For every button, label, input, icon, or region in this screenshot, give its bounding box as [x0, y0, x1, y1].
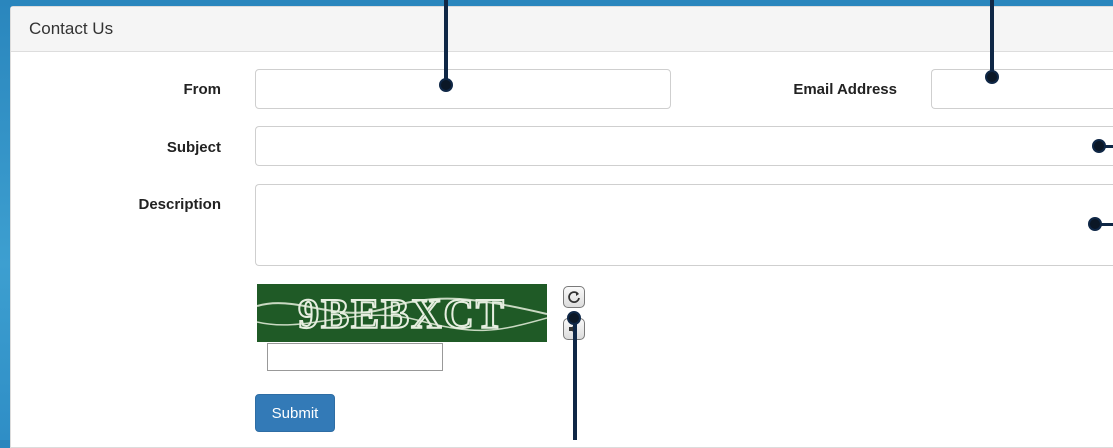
description-label: Description [138, 196, 221, 213]
annotation-dot-subject [1092, 139, 1106, 153]
contact-panel: Contact Us From Email Address Subject De… [10, 6, 1113, 448]
submit-button[interactable]: Submit [255, 394, 335, 432]
description-textarea[interactable] [255, 184, 1113, 266]
email-label: Email Address [793, 81, 897, 98]
annotation-dot-from [439, 78, 453, 92]
subject-label: Subject [166, 139, 221, 156]
subject-input[interactable] [255, 126, 1113, 166]
panel-title: Contact Us [29, 19, 114, 38]
refresh-icon [568, 291, 580, 303]
annotation-dot-captcha [567, 311, 581, 325]
annotation-dot-email [985, 70, 999, 84]
captcha-answer-input[interactable] [267, 343, 443, 371]
from-input[interactable] [255, 69, 671, 109]
annotation-line-from [444, 0, 448, 82]
annotation-line-email [990, 0, 994, 74]
captcha-image: 9BEBXCT [257, 284, 547, 342]
captcha-refresh-button[interactable] [563, 286, 585, 308]
captcha-graphic: 9BEBXCT [257, 284, 547, 342]
captcha-text: 9BEBXCT [298, 292, 506, 338]
annotation-line-captcha [573, 320, 577, 440]
email-input[interactable] [931, 69, 1113, 109]
panel-heading: Contact Us [11, 7, 1113, 52]
from-label: From [183, 81, 222, 98]
annotation-dot-description [1088, 217, 1102, 231]
